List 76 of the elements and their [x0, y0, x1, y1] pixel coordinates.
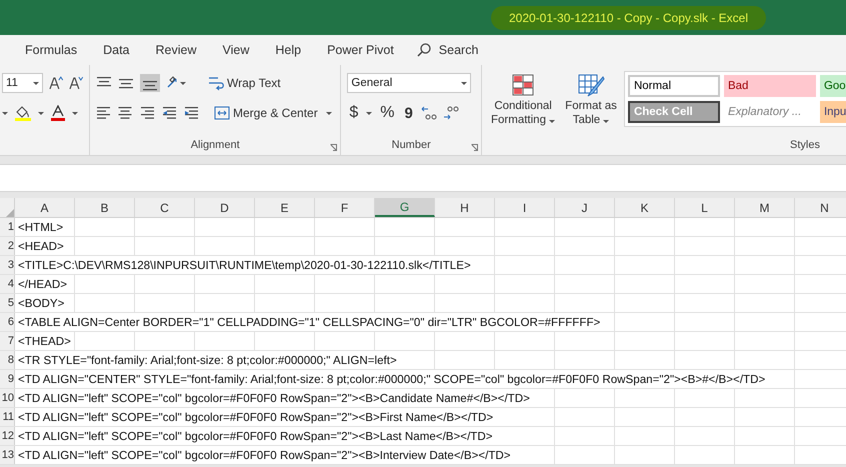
- group-label: Number: [390, 139, 432, 153]
- cell-style[interactable]: Inpu: [820, 101, 846, 123]
- conditional-formatting-button[interactable]: Conditional Formatting: [488, 71, 558, 129]
- cell-style[interactable]: Normal: [628, 75, 720, 97]
- cell-style[interactable]: Goo: [820, 75, 846, 97]
- menu-tab[interactable]: Data: [92, 39, 140, 61]
- column-header[interactable]: B: [75, 198, 135, 217]
- dialog-launcher-icon[interactable]: [330, 144, 338, 151]
- column-header[interactable]: A: [15, 198, 75, 217]
- column-header[interactable]: K: [615, 198, 675, 217]
- merge-cells-icon: [214, 106, 230, 120]
- increase-indent-icon[interactable]: [184, 105, 200, 121]
- search-field[interactable]: Search: [436, 42, 521, 58]
- align-left-icon[interactable]: [96, 105, 112, 121]
- caret-icon: [549, 120, 556, 123]
- increase-decimal-icon[interactable]: [420, 105, 437, 121]
- caret-icon[interactable]: [38, 112, 44, 114]
- row-header[interactable]: 13: [0, 446, 15, 464]
- decrease-decimal-icon[interactable]: [442, 105, 459, 121]
- dialog-launcher-icon[interactable]: [471, 144, 478, 151]
- search-icon[interactable]: [416, 43, 431, 57]
- column-header[interactable]: M: [735, 198, 795, 217]
- font-color-icon[interactable]: [50, 105, 66, 121]
- row-header[interactable]: 5: [0, 294, 15, 312]
- fill-color-icon[interactable]: [14, 105, 32, 121]
- row-header[interactable]: 8: [0, 351, 15, 369]
- merge-center-button[interactable]: Merge & Center: [212, 105, 320, 121]
- number-format-dropdown[interactable]: General: [347, 73, 472, 93]
- caret-icon[interactable]: [366, 112, 372, 114]
- group-label: Styles: [789, 139, 821, 153]
- column-header[interactable]: I: [495, 198, 555, 217]
- caret-icon[interactable]: [72, 112, 78, 114]
- format-as-table-button[interactable]: Format as Table: [562, 71, 620, 129]
- caret-icon[interactable]: [461, 82, 468, 84]
- column-header[interactable]: E: [255, 198, 315, 217]
- row-header[interactable]: 2: [0, 237, 15, 255]
- column-header[interactable]: L: [675, 198, 735, 217]
- row-header[interactable]: 4: [0, 275, 15, 293]
- table-brush-icon: [577, 73, 606, 99]
- row-header[interactable]: 7: [0, 332, 15, 350]
- row-header[interactable]: 6: [0, 313, 15, 331]
- caret-icon[interactable]: [33, 82, 40, 84]
- column-header[interactable]: G: [375, 198, 435, 217]
- caret-icon[interactable]: [2, 112, 8, 114]
- column-header[interactable]: C: [135, 198, 195, 217]
- row-header[interactable]: 12: [0, 427, 15, 445]
- align-center-icon[interactable]: [118, 105, 134, 121]
- wrap-text-icon: [208, 75, 224, 91]
- currency-button[interactable]: $: [347, 103, 360, 123]
- cell-style[interactable]: Bad: [724, 75, 816, 97]
- column-header[interactable]: J: [555, 198, 615, 217]
- menu-tab[interactable]: Power Pivot: [316, 39, 405, 61]
- comma-button[interactable]: 9: [402, 104, 415, 122]
- caret-icon: [603, 120, 610, 123]
- row-header[interactable]: 10: [0, 389, 15, 407]
- row-header[interactable]: 9: [0, 370, 15, 388]
- wrap-text-button[interactable]: Wrap Text: [206, 74, 283, 92]
- column-header[interactable]: H: [435, 198, 495, 217]
- window-title: 2020-01-30-122110 - Copy - Copy.slk - Excel: [490, 6, 766, 30]
- menu-tab[interactable]: Help: [264, 39, 312, 61]
- menu-tab[interactable]: Formulas: [14, 39, 88, 61]
- decrease-indent-icon[interactable]: [162, 105, 178, 121]
- align-right-icon[interactable]: [140, 105, 156, 121]
- menu-tab[interactable]: View: [212, 39, 260, 61]
- row-header[interactable]: 1: [0, 218, 15, 236]
- decrease-font-icon[interactable]: [69, 76, 84, 90]
- column-header[interactable]: N: [795, 198, 846, 217]
- caret-icon[interactable]: [326, 112, 332, 114]
- group-label: Alignment: [190, 139, 241, 153]
- menu-tab[interactable]: Review: [144, 39, 208, 61]
- column-header[interactable]: D: [195, 198, 255, 217]
- font-size-dropdown[interactable]: 11: [2, 73, 44, 93]
- row-header[interactable]: 11: [0, 408, 15, 426]
- row-header[interactable]: 3: [0, 256, 15, 274]
- increase-font-icon[interactable]: [49, 76, 64, 90]
- percent-button[interactable]: %: [378, 103, 397, 123]
